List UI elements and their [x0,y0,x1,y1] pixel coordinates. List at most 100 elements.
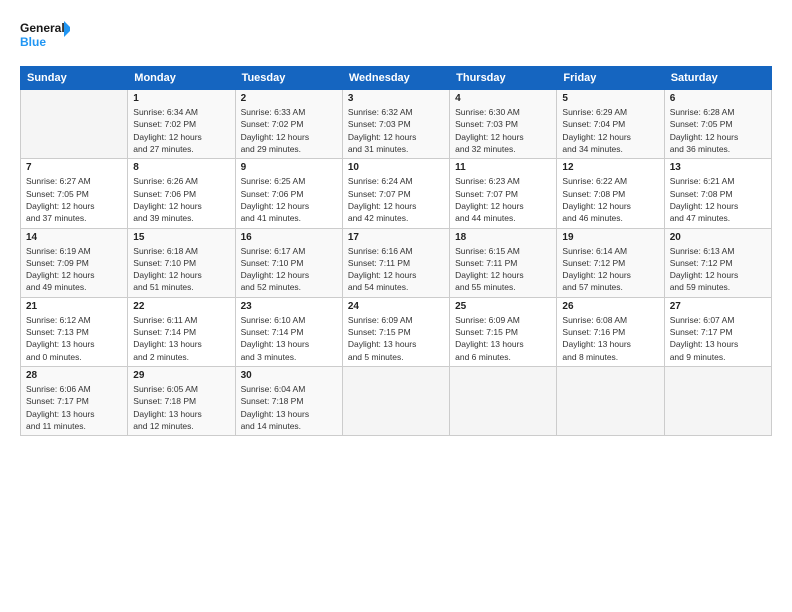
calendar-cell: 14 Sunrise: 6:19 AM Sunset: 7:09 PM Dayli… [21,228,128,297]
date-number: 28 [26,370,122,381]
date-number: 7 [26,162,122,173]
col-header-friday: Friday [557,67,664,90]
calendar-cell: 20 Sunrise: 6:13 AM Sunset: 7:12 PM Dayli… [664,228,771,297]
date-number: 9 [241,162,337,173]
calendar-cell: 30Sunrise: 6:04 AM Sunset: 7:18 PM Dayli… [235,367,342,436]
cell-info: Sunrise: 6:28 AM Sunset: 7:05 PM Dayligh… [670,106,766,155]
cell-info: Sunrise: 6:32 AM Sunset: 7:03 PM Dayligh… [348,106,444,155]
logo-svg: General Blue [20,16,70,56]
calendar-cell: 23Sunrise: 6:10 AM Sunset: 7:14 PM Dayli… [235,297,342,366]
cell-info: Sunrise: 6:07 AM Sunset: 7:17 PM Dayligh… [670,314,766,363]
calendar-cell: 27Sunrise: 6:07 AM Sunset: 7:17 PM Dayli… [664,297,771,366]
cell-info: Sunrise: 6:33 AM Sunset: 7:02 PM Dayligh… [241,106,337,155]
date-number: 3 [348,93,444,104]
calendar-week-row: 1 Sunrise: 6:34 AM Sunset: 7:02 PM Daylig… [21,90,772,159]
calendar-week-row: 28 Sunrise: 6:06 AM Sunset: 7:17 PM Dayli… [21,367,772,436]
calendar-cell: 21 Sunrise: 6:12 AM Sunset: 7:13 PM Dayli… [21,297,128,366]
date-number: 12 [562,162,658,173]
cell-info: Sunrise: 6:16 AM Sunset: 7:11 PM Dayligh… [348,245,444,294]
cell-info: Sunrise: 6:09 AM Sunset: 7:15 PM Dayligh… [348,314,444,363]
date-number: 2 [241,93,337,104]
cell-info: Sunrise: 6:12 AM Sunset: 7:13 PM Dayligh… [26,314,122,363]
date-number: 6 [670,93,766,104]
cell-info: Sunrise: 6:13 AM Sunset: 7:12 PM Dayligh… [670,245,766,294]
cell-info: Sunrise: 6:25 AM Sunset: 7:06 PM Dayligh… [241,175,337,224]
date-number: 29 [133,370,229,381]
calendar-table: SundayMondayTuesdayWednesdayThursdayFrid… [20,66,772,436]
cell-info: Sunrise: 6:14 AM Sunset: 7:12 PM Dayligh… [562,245,658,294]
calendar-cell: 16Sunrise: 6:17 AM Sunset: 7:10 PM Dayli… [235,228,342,297]
calendar-cell [557,367,664,436]
col-header-tuesday: Tuesday [235,67,342,90]
date-number: 21 [26,301,122,312]
logo: General Blue [20,16,70,56]
cell-info: Sunrise: 6:23 AM Sunset: 7:07 PM Dayligh… [455,175,551,224]
col-header-saturday: Saturday [664,67,771,90]
cell-info: Sunrise: 6:18 AM Sunset: 7:10 PM Dayligh… [133,245,229,294]
cell-info: Sunrise: 6:21 AM Sunset: 7:08 PM Dayligh… [670,175,766,224]
svg-text:Blue: Blue [20,35,46,49]
svg-text:General: General [20,21,65,35]
calendar-cell: 1 Sunrise: 6:34 AM Sunset: 7:02 PM Daylig… [128,90,235,159]
calendar-cell: 5 Sunrise: 6:29 AM Sunset: 7:04 PM Daylig… [557,90,664,159]
col-header-thursday: Thursday [450,67,557,90]
calendar-cell: 24 Sunrise: 6:09 AM Sunset: 7:15 PM Dayli… [342,297,449,366]
cell-info: Sunrise: 6:15 AM Sunset: 7:11 PM Dayligh… [455,245,551,294]
cell-info: Sunrise: 6:06 AM Sunset: 7:17 PM Dayligh… [26,383,122,432]
col-header-wednesday: Wednesday [342,67,449,90]
cell-info: Sunrise: 6:11 AM Sunset: 7:14 PM Dayligh… [133,314,229,363]
cell-info: Sunrise: 6:26 AM Sunset: 7:06 PM Dayligh… [133,175,229,224]
page-header: General Blue [20,16,772,56]
cell-info: Sunrise: 6:09 AM Sunset: 7:15 PM Dayligh… [455,314,551,363]
calendar-cell: 6 Sunrise: 6:28 AM Sunset: 7:05 PM Daylig… [664,90,771,159]
calendar-cell: 7 Sunrise: 6:27 AM Sunset: 7:05 PM Daylig… [21,159,128,228]
calendar-cell: 12 Sunrise: 6:22 AM Sunset: 7:08 PM Dayli… [557,159,664,228]
date-number: 19 [562,232,658,243]
date-number: 24 [348,301,444,312]
date-number: 25 [455,301,551,312]
cell-info: Sunrise: 6:27 AM Sunset: 7:05 PM Dayligh… [26,175,122,224]
calendar-cell: 11 Sunrise: 6:23 AM Sunset: 7:07 PM Dayli… [450,159,557,228]
calendar-week-row: 14 Sunrise: 6:19 AM Sunset: 7:09 PM Dayli… [21,228,772,297]
calendar-cell: 25 Sunrise: 6:09 AM Sunset: 7:15 PM Dayli… [450,297,557,366]
calendar-cell: 29 Sunrise: 6:05 AM Sunset: 7:18 PM Dayli… [128,367,235,436]
cell-info: Sunrise: 6:34 AM Sunset: 7:02 PM Dayligh… [133,106,229,155]
col-header-sunday: Sunday [21,67,128,90]
cell-info: Sunrise: 6:05 AM Sunset: 7:18 PM Dayligh… [133,383,229,432]
calendar-cell [450,367,557,436]
calendar-week-row: 21 Sunrise: 6:12 AM Sunset: 7:13 PM Dayli… [21,297,772,366]
cell-info: Sunrise: 6:29 AM Sunset: 7:04 PM Dayligh… [562,106,658,155]
calendar-cell: 9 Sunrise: 6:25 AM Sunset: 7:06 PM Daylig… [235,159,342,228]
calendar-cell: 2 Sunrise: 6:33 AM Sunset: 7:02 PM Daylig… [235,90,342,159]
date-number: 16 [241,232,337,243]
calendar-header-row: SundayMondayTuesdayWednesdayThursdayFrid… [21,67,772,90]
date-number: 26 [562,301,658,312]
date-number: 15 [133,232,229,243]
col-header-monday: Monday [128,67,235,90]
calendar-cell: 17Sunrise: 6:16 AM Sunset: 7:11 PM Dayli… [342,228,449,297]
date-number: 5 [562,93,658,104]
date-number: 14 [26,232,122,243]
cell-info: Sunrise: 6:19 AM Sunset: 7:09 PM Dayligh… [26,245,122,294]
calendar-cell: 4Sunrise: 6:30 AM Sunset: 7:03 PM Daylig… [450,90,557,159]
cell-info: Sunrise: 6:22 AM Sunset: 7:08 PM Dayligh… [562,175,658,224]
date-number: 20 [670,232,766,243]
calendar-cell: 19 Sunrise: 6:14 AM Sunset: 7:12 PM Dayli… [557,228,664,297]
calendar-cell: 3 Sunrise: 6:32 AM Sunset: 7:03 PM Daylig… [342,90,449,159]
date-number: 23 [241,301,337,312]
date-number: 1 [133,93,229,104]
calendar-cell: 13 Sunrise: 6:21 AM Sunset: 7:08 PM Dayli… [664,159,771,228]
calendar-cell: 22Sunrise: 6:11 AM Sunset: 7:14 PM Dayli… [128,297,235,366]
cell-info: Sunrise: 6:30 AM Sunset: 7:03 PM Dayligh… [455,106,551,155]
date-number: 18 [455,232,551,243]
date-number: 11 [455,162,551,173]
calendar-cell: 15 Sunrise: 6:18 AM Sunset: 7:10 PM Dayli… [128,228,235,297]
date-number: 8 [133,162,229,173]
calendar-week-row: 7 Sunrise: 6:27 AM Sunset: 7:05 PM Daylig… [21,159,772,228]
date-number: 13 [670,162,766,173]
cell-info: Sunrise: 6:24 AM Sunset: 7:07 PM Dayligh… [348,175,444,224]
date-number: 30 [241,370,337,381]
calendar-cell [21,90,128,159]
calendar-cell: 18 Sunrise: 6:15 AM Sunset: 7:11 PM Dayli… [450,228,557,297]
calendar-cell: 10Sunrise: 6:24 AM Sunset: 7:07 PM Dayli… [342,159,449,228]
